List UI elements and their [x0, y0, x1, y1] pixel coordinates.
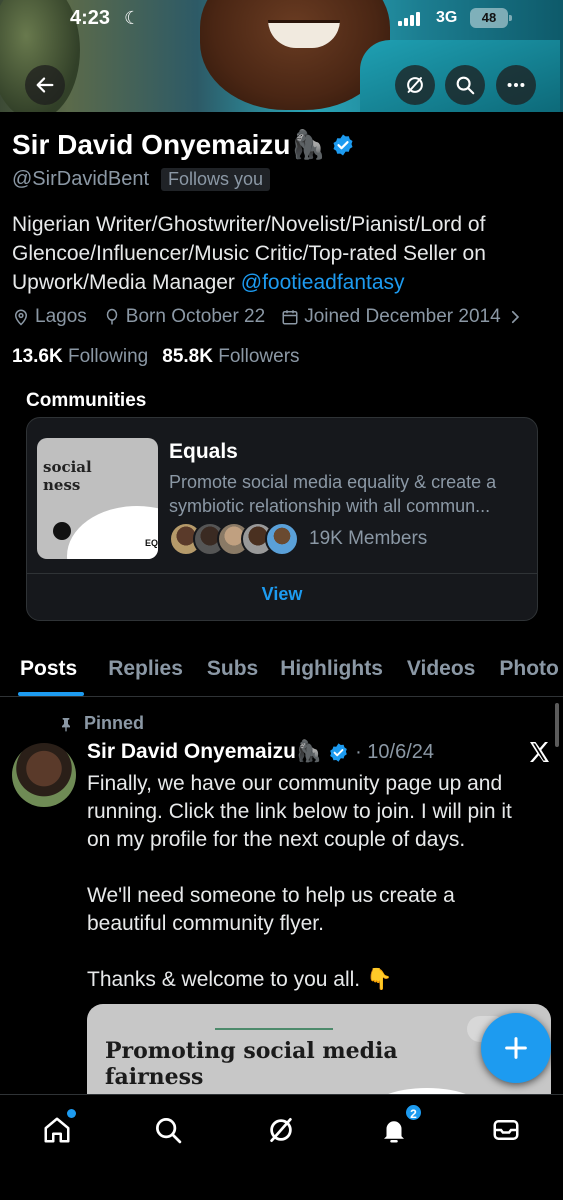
community-thumbnail: social ness EQ: [37, 438, 158, 559]
profile-name: Sir David Onyemaizu🦍: [12, 129, 326, 160]
slash-circle-icon: [407, 77, 423, 93]
more-button[interactable]: [496, 65, 536, 105]
messages-icon: [493, 1120, 519, 1140]
birthday-text: Born October 22: [125, 306, 266, 327]
tab-replies[interactable]: Replies: [108, 645, 207, 696]
community-title: Equals: [169, 440, 238, 463]
bottom-nav: 2: [0, 1094, 563, 1200]
compose-button[interactable]: [481, 1013, 551, 1083]
tab-videos[interactable]: Videos: [407, 645, 499, 696]
post-paragraph: We'll need someone to help us create a b…: [87, 884, 455, 935]
moon-icon: ☾: [124, 8, 141, 28]
nav-home[interactable]: [40, 1109, 76, 1147]
calendar-icon: [282, 310, 298, 325]
community-members: 19K Members: [309, 528, 428, 549]
profile-bio: Nigerian Writer/Ghostwriter/Novelist/Pia…: [12, 210, 552, 297]
post-author-name[interactable]: Sir David Onyemaizu🦍: [87, 740, 322, 764]
profile-name-row: Sir David Onyemaizu🦍: [12, 128, 355, 161]
location-pin-icon: [14, 309, 28, 326]
community-card[interactable]: social ness EQ Equals Promote social medi…: [26, 417, 538, 621]
thumb-text-1: social: [43, 458, 92, 476]
followers-link[interactable]: 85.8K Followers: [162, 346, 299, 368]
balloon-icon: [106, 308, 118, 325]
post-paragraph: Thanks & welcome to you all. 👇: [87, 968, 393, 991]
nav-messages[interactable]: [489, 1113, 523, 1147]
following-link[interactable]: 13.6K Following: [12, 346, 148, 368]
community-view-button[interactable]: View: [27, 584, 537, 605]
location-text: Lagos: [35, 306, 87, 327]
home-icon: [44, 1117, 70, 1143]
post-author-avatar[interactable]: [12, 743, 76, 807]
location: Lagos: [12, 306, 87, 328]
communities-heading: Communities: [26, 390, 147, 411]
arrow-left-icon: [36, 77, 54, 93]
media-heading: Promoting social media fairness: [105, 1038, 398, 1090]
profile-handle: @SirDavidBent: [12, 168, 150, 190]
nav-grok[interactable]: [264, 1113, 298, 1147]
thumb-text-3: EQ: [145, 538, 158, 548]
back-button[interactable]: [25, 65, 65, 105]
verified-badge-icon[interactable]: [331, 133, 355, 157]
pinned-label: Pinned: [84, 713, 145, 733]
thumb-text-2: ness: [43, 476, 81, 494]
post-date[interactable]: · 10/6/24: [355, 741, 434, 764]
notification-badge: 2: [404, 1103, 423, 1122]
grok-icon: [270, 1118, 292, 1142]
bio-mention-link[interactable]: @footieadfantasy: [241, 271, 405, 294]
search-icon: [456, 76, 475, 95]
pin-icon: [62, 717, 70, 731]
more-dots-icon: [507, 82, 525, 88]
member-avatars: [169, 522, 299, 556]
profile-tabs: Posts Replies Subs Highlights Videos Pho…: [0, 645, 563, 697]
joined-text: Joined December 2014: [304, 306, 501, 327]
battery-icon: 48: [470, 8, 512, 28]
grok-button[interactable]: [395, 65, 435, 105]
verified-badge-icon: [330, 742, 347, 762]
pinned-indicator: Pinned: [58, 713, 144, 734]
divider: [27, 573, 537, 574]
nav-notifications[interactable]: 2: [377, 1103, 423, 1147]
chevron-right-icon: [511, 310, 519, 324]
moon-logo: [53, 522, 71, 540]
birthday: Born October 22: [103, 306, 265, 328]
follows-you-badge: Follows you: [161, 168, 271, 191]
search-button[interactable]: [445, 65, 485, 105]
community-description: Promote social media equality & create a…: [169, 472, 497, 516]
signal-icon: [398, 10, 420, 26]
plus-icon: [505, 1037, 527, 1059]
post-header: Sir David Onyemaizu🦍 · 10/6/24: [87, 740, 434, 764]
follow-stats: 13.6K Following 85.8K Followers: [12, 346, 300, 368]
unread-dot: [67, 1109, 76, 1118]
profile-meta: Lagos Born October 22 Joined December 20…: [12, 306, 540, 328]
network-type: 3G: [436, 9, 458, 26]
nav-search[interactable]: [151, 1113, 185, 1147]
handle-row: @SirDavidBent Follows you: [12, 168, 271, 191]
tab-posts[interactable]: Posts: [17, 645, 108, 696]
avatar: [265, 522, 299, 556]
scrollbar[interactable]: [555, 703, 559, 747]
following-label: Following: [67, 346, 149, 367]
followers-label: Followers: [218, 346, 300, 367]
status-time: 4:23: [70, 7, 111, 29]
x-logo-icon: [530, 742, 549, 762]
post-body: Finally, we have our community page up a…: [87, 770, 527, 1022]
notifications-icon: [384, 1121, 404, 1143]
search-icon: [156, 1118, 182, 1144]
following-count: 13.6K: [12, 346, 63, 367]
joined[interactable]: Joined December 2014: [281, 306, 523, 328]
post-paragraph: Finally, we have our community page up a…: [87, 772, 512, 851]
tab-subs[interactable]: Subs: [207, 645, 280, 696]
followers-count: 85.8K: [162, 346, 213, 367]
tab-photos[interactable]: Photo: [499, 645, 563, 696]
tab-highlights[interactable]: Highlights: [280, 645, 407, 696]
